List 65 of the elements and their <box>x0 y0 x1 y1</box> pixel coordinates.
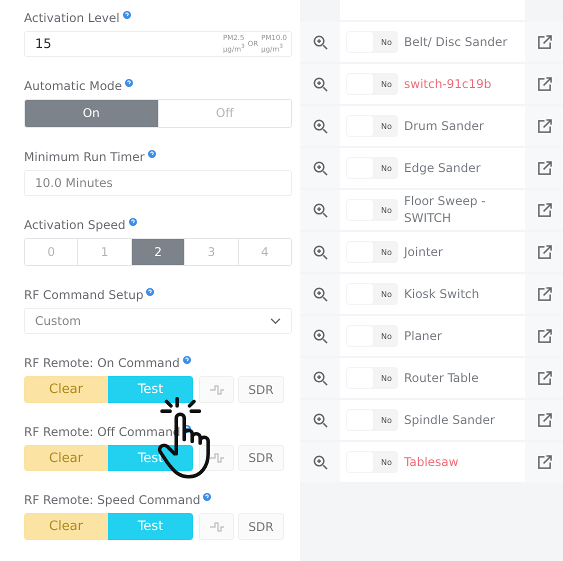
zoom-in-icon[interactable] <box>312 118 328 134</box>
chevron-down-icon <box>270 318 281 325</box>
zoom-in-icon[interactable] <box>312 160 328 176</box>
edit-icon[interactable] <box>536 76 552 92</box>
toggle-switch[interactable]: No <box>346 115 398 137</box>
field-label: Activation Speed <box>24 216 126 233</box>
toggle-switch[interactable]: No <box>346 31 398 53</box>
toggle-switch[interactable]: No <box>346 199 398 221</box>
toggle-switch[interactable]: No <box>346 73 398 95</box>
command-setup-dropdown[interactable]: Custom <box>24 308 292 334</box>
edit-icon[interactable] <box>536 286 552 302</box>
toggle-switch[interactable]: No <box>346 325 398 347</box>
toggle-switch[interactable]: No <box>346 283 398 305</box>
field-label: RF Command Setup <box>24 287 144 304</box>
field-label: RF Remote: On Command <box>24 355 180 372</box>
edit-icon[interactable] <box>536 454 552 470</box>
toggle-switch[interactable]: No <box>346 451 398 473</box>
switch-name: Planer <box>404 328 443 344</box>
switch-name: Router Table <box>404 370 480 386</box>
signal-wave-icon <box>208 452 224 464</box>
zoom-in-icon[interactable] <box>312 34 328 50</box>
zoom-in-icon[interactable] <box>312 76 328 92</box>
switch-name: Edge Sander <box>404 160 482 176</box>
zoom-in-icon[interactable] <box>312 412 328 428</box>
sdr-button[interactable]: SDR <box>238 444 284 472</box>
toggle-switch[interactable]: No <box>346 367 398 389</box>
switch-name: Drum Sander <box>404 118 485 134</box>
toggle-switch[interactable]: No <box>346 157 398 179</box>
edit-icon[interactable] <box>536 370 552 386</box>
switch-name: switch-91c19b <box>404 76 492 92</box>
toggle-switch[interactable]: No <box>346 241 398 263</box>
zoom-in-icon[interactable] <box>312 244 328 260</box>
field-label: RF Remote: Speed Command <box>24 492 200 508</box>
edit-icon[interactable] <box>536 412 552 428</box>
edit-icon[interactable] <box>536 118 552 134</box>
edit-icon[interactable] <box>536 160 552 176</box>
clear-button[interactable]: Clear <box>24 513 108 540</box>
switch-name: Jointer <box>404 244 444 260</box>
sdr-button[interactable]: SDR <box>238 513 284 540</box>
zoom-in-icon[interactable] <box>312 370 328 386</box>
field-label: Activation Level <box>24 10 120 26</box>
timer-field[interactable]: 10.0 Minutes <box>24 170 292 196</box>
zoom-in-icon[interactable] <box>312 202 328 218</box>
clear-button[interactable]: Clear <box>24 444 108 472</box>
toggle-switch[interactable]: No <box>346 409 398 431</box>
edit-icon[interactable] <box>536 202 552 218</box>
edit-icon[interactable] <box>536 244 552 260</box>
mode-option[interactable]: On <box>25 100 158 127</box>
switch-name: Spindle Sander <box>404 412 496 428</box>
field-label: Minimum Run Timer <box>24 148 145 165</box>
signal-wave-icon <box>208 520 224 533</box>
speed-option[interactable]: 2 <box>130 238 184 266</box>
zoom-in-icon[interactable] <box>312 286 328 302</box>
sdr-button[interactable]: SDR <box>238 376 284 403</box>
switch-name: Floor Sweep - SWITCH <box>404 193 487 227</box>
zoom-in-icon[interactable] <box>312 328 328 344</box>
switch-name: Kiosk Switch <box>404 286 480 302</box>
edit-icon[interactable] <box>536 328 552 344</box>
switch-name: Belt/ Disc Sander <box>404 34 508 50</box>
clear-button[interactable]: Clear <box>24 376 108 403</box>
edit-icon[interactable] <box>536 34 552 50</box>
zoom-in-icon[interactable] <box>312 454 328 470</box>
switch-name: Tablesaw <box>404 454 460 470</box>
signal-wave-icon <box>208 384 224 396</box>
field-label: Automatic Mode <box>24 78 122 94</box>
